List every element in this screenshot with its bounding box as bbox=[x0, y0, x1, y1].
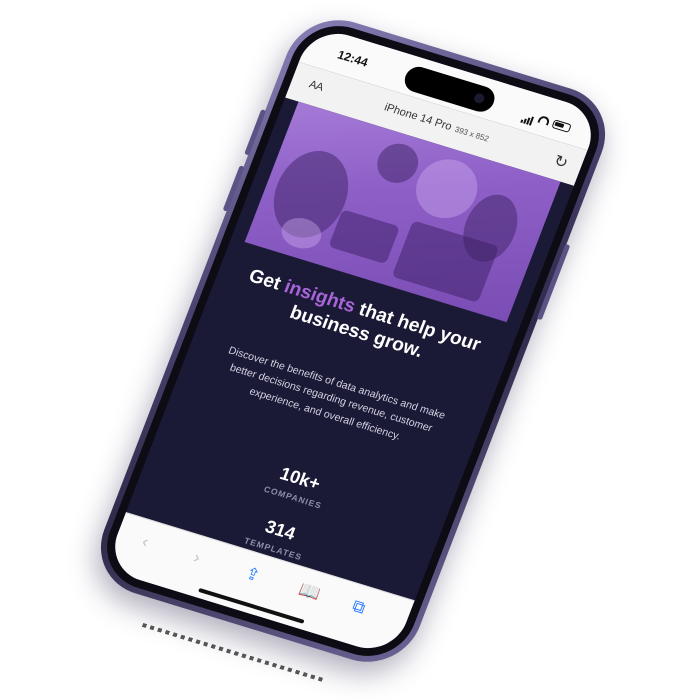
status-time: 12:44 bbox=[335, 47, 370, 70]
book-icon[interactable]: 📖 bbox=[296, 580, 323, 605]
battery-icon bbox=[551, 118, 572, 133]
wifi-icon bbox=[537, 114, 551, 126]
chevron-left-icon[interactable]: ‹ bbox=[139, 532, 151, 552]
page-title: iPhone 14 Pro bbox=[382, 101, 454, 134]
phone-device: 12:44 AA iPhone 14 Pro393 x 852 ↻ Get in… bbox=[85, 7, 621, 683]
signal-icon bbox=[520, 106, 538, 126]
viewport-dimensions: 393 x 852 bbox=[453, 124, 491, 144]
camera-icon bbox=[472, 92, 486, 105]
share-icon[interactable]: ⇪ bbox=[242, 563, 263, 586]
chevron-right-icon[interactable]: › bbox=[191, 548, 203, 568]
stage: 12:44 AA iPhone 14 Pro393 x 852 ↻ Get in… bbox=[0, 0, 700, 700]
web-content: Get insights that help your business gro… bbox=[125, 97, 574, 602]
tabs-icon[interactable]: ⧉ bbox=[349, 596, 368, 618]
headline-part-2: that help your business grow. bbox=[286, 297, 484, 362]
